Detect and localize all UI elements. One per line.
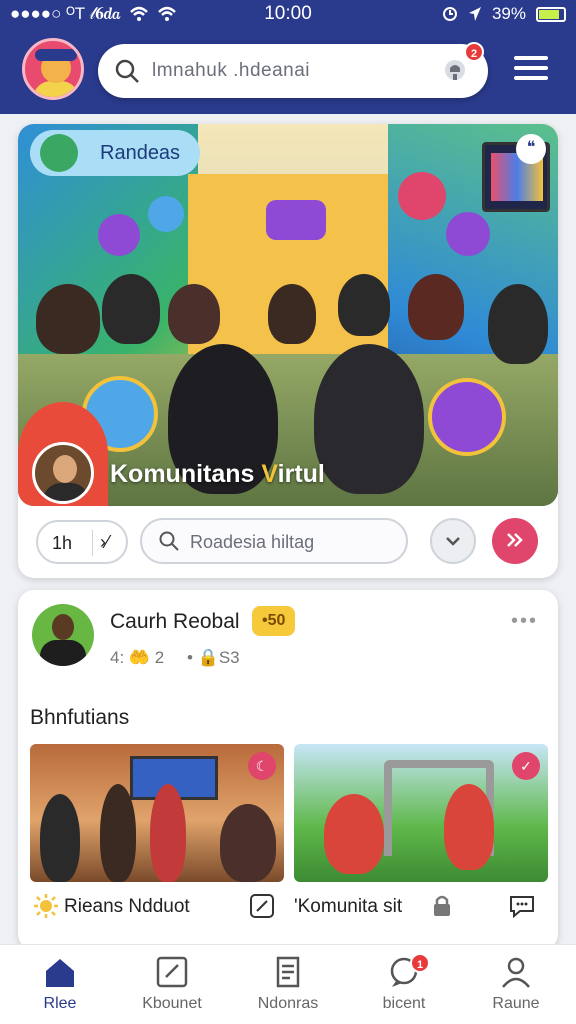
nav-label: Kbounet xyxy=(142,995,202,1012)
hero-image[interactable]: Randeas ❝ Komunitans Virtul xyxy=(18,124,558,506)
media-tile[interactable]: ☾ xyxy=(30,744,284,882)
tile-caption: 'Komunita sit xyxy=(294,896,403,917)
community-hero-card: Randeas ❝ Komunitans Virtul 1h ›⁄ Roades… xyxy=(18,124,558,578)
search-icon xyxy=(159,531,179,551)
person-figure xyxy=(488,284,548,364)
notification-badge: 2 xyxy=(464,42,484,62)
decorative-bubble xyxy=(148,196,184,232)
nav-item-community[interactable]: Kbounet xyxy=(122,955,222,1013)
search-input[interactable]: lmnahuk .hdeanai xyxy=(152,60,310,82)
send-button[interactable] xyxy=(492,518,538,564)
more-options-icon[interactable]: ••• xyxy=(511,610,538,633)
nav-item-chat[interactable]: 1 bicent xyxy=(354,953,454,1013)
person-figure xyxy=(408,274,464,340)
post-author-name[interactable]: Caurh Reobal xyxy=(110,610,240,634)
person-figure xyxy=(150,784,186,882)
nav-item-home[interactable]: Rlee xyxy=(10,955,110,1013)
check-icon[interactable]: ✓ xyxy=(512,752,540,780)
person-figure-front xyxy=(314,344,424,494)
post-card: Caurh Reobal •50 4: 🤲 2 • 🔒S3 ••• Bhnfut… xyxy=(18,590,558,950)
nav-label: bicent xyxy=(382,995,426,1012)
hamburger-menu-icon[interactable] xyxy=(514,56,548,82)
community-avatar[interactable] xyxy=(32,442,94,504)
decorative-sign xyxy=(266,200,326,240)
decorative-bubble xyxy=(98,214,140,256)
community-search-input[interactable]: Roadesia hiltag xyxy=(190,532,314,553)
search-bar[interactable]: lmnahuk .hdeanai 2 xyxy=(98,42,488,98)
user-icon xyxy=(502,957,530,988)
person-figure xyxy=(220,804,276,882)
double-chevron-right-icon xyxy=(507,533,523,547)
alarm-icon xyxy=(442,7,457,21)
post-author-avatar[interactable] xyxy=(32,604,94,666)
post-meta-right: • 🔒S3 xyxy=(186,648,240,667)
nav-item-documents[interactable]: Ndonras xyxy=(238,955,338,1013)
chat-icon[interactable]: ❝ xyxy=(516,134,546,164)
stats-pill[interactable]: 1h ›⁄ xyxy=(36,520,128,564)
chevron-down-icon xyxy=(446,537,460,546)
person-figure xyxy=(100,784,136,882)
profile-avatar[interactable] xyxy=(22,38,84,100)
home-icon xyxy=(46,959,74,987)
hero-toolbar: 1h ›⁄ Roadesia hiltag xyxy=(18,506,558,578)
battery-icon xyxy=(536,6,566,22)
document-icon xyxy=(276,956,300,988)
moon-icon[interactable]: ☾ xyxy=(248,752,276,780)
person-figure xyxy=(268,284,316,344)
section-title: Bhnfutians xyxy=(30,706,130,729)
post-meta: 4: 🤲 2 • 🔒S3 xyxy=(110,648,240,668)
lock-icon xyxy=(434,895,450,916)
decorative-bubble xyxy=(398,172,446,220)
label-avatar xyxy=(40,134,78,172)
notification-icon[interactable] xyxy=(440,56,470,86)
battery-percent: 39% xyxy=(491,4,526,23)
person-figure xyxy=(36,284,100,354)
status-bar: ●●●●○ ᴼT 𝓁𝟔𝒅𝒂 10:00 39% xyxy=(0,0,576,30)
comment-icon[interactable] xyxy=(508,892,536,920)
post-badge: •50 xyxy=(252,606,296,636)
nav-badge: 1 xyxy=(410,953,430,973)
game-sticker-icon xyxy=(428,378,506,456)
nav-label: Raune xyxy=(492,995,540,1012)
hero-title: Komunitans Virtul xyxy=(110,460,325,488)
post-meta-left: 4: 🤲 2 xyxy=(110,648,165,667)
top-app-bar: ●●●●○ ᴼT 𝓁𝟔𝒅𝒂 10:00 39% lmnahuk .hdeanai… xyxy=(0,0,576,114)
community-search-bar[interactable]: Roadesia hiltag xyxy=(140,518,408,564)
person-figure xyxy=(40,794,80,882)
person-figure xyxy=(324,794,384,874)
chevron-down-button[interactable] xyxy=(430,518,476,564)
tile-caption: Rieans Ndduot xyxy=(64,896,190,917)
edit-icon[interactable] xyxy=(248,892,276,920)
status-right: 39% xyxy=(442,4,566,24)
person-figure xyxy=(168,284,220,344)
bottom-navigation: Rlee Kbounet Ndonras 1 bicent Raune xyxy=(0,944,576,1024)
nav-label: Ndonras xyxy=(257,995,319,1012)
person-figure xyxy=(338,274,390,336)
stats-left: 1h xyxy=(52,533,73,553)
sun-icon xyxy=(34,894,58,918)
person-figure xyxy=(444,784,494,870)
nav-item-profile[interactable]: Raune xyxy=(466,955,566,1013)
edit-square-icon xyxy=(156,956,188,988)
media-tile[interactable]: ✓ xyxy=(294,744,548,882)
decorative-bubble xyxy=(446,212,490,256)
hero-category-label: Randeas xyxy=(30,130,201,176)
search-icon xyxy=(115,59,139,83)
stats-right: ›⁄ xyxy=(100,532,109,552)
nav-label: Rlee xyxy=(43,995,77,1012)
location-arrow-icon xyxy=(468,7,481,21)
person-figure xyxy=(102,274,160,344)
